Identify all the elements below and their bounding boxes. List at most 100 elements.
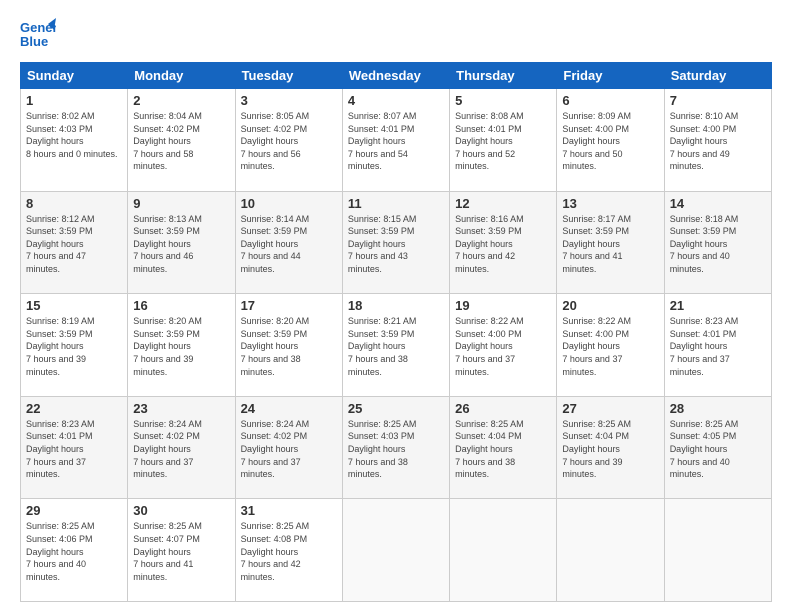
calendar-cell: 4 Sunrise: 8:07 AM Sunset: 4:01 PM Dayli… (342, 89, 449, 192)
calendar-cell: 31 Sunrise: 8:25 AM Sunset: 4:08 PM Dayl… (235, 499, 342, 602)
calendar-cell: 1 Sunrise: 8:02 AM Sunset: 4:03 PM Dayli… (21, 89, 128, 192)
day-info: Sunrise: 8:02 AM Sunset: 4:03 PM Dayligh… (26, 110, 122, 160)
day-info: Sunrise: 8:17 AM Sunset: 3:59 PM Dayligh… (562, 213, 658, 276)
calendar-cell: 29 Sunrise: 8:25 AM Sunset: 4:06 PM Dayl… (21, 499, 128, 602)
day-info: Sunrise: 8:12 AM Sunset: 3:59 PM Dayligh… (26, 213, 122, 276)
day-info: Sunrise: 8:25 AM Sunset: 4:06 PM Dayligh… (26, 520, 122, 583)
calendar-cell: 3 Sunrise: 8:05 AM Sunset: 4:02 PM Dayli… (235, 89, 342, 192)
day-number: 26 (455, 401, 551, 416)
day-info: Sunrise: 8:07 AM Sunset: 4:01 PM Dayligh… (348, 110, 444, 173)
calendar-cell (557, 499, 664, 602)
calendar-cell: 7 Sunrise: 8:10 AM Sunset: 4:00 PM Dayli… (664, 89, 771, 192)
day-number: 12 (455, 196, 551, 211)
day-number: 8 (26, 196, 122, 211)
day-info: Sunrise: 8:14 AM Sunset: 3:59 PM Dayligh… (241, 213, 337, 276)
calendar-cell: 28 Sunrise: 8:25 AM Sunset: 4:05 PM Dayl… (664, 396, 771, 499)
day-number: 5 (455, 93, 551, 108)
weekday-header-saturday: Saturday (664, 63, 771, 89)
calendar-cell: 22 Sunrise: 8:23 AM Sunset: 4:01 PM Dayl… (21, 396, 128, 499)
day-info: Sunrise: 8:22 AM Sunset: 4:00 PM Dayligh… (562, 315, 658, 378)
calendar-cell (450, 499, 557, 602)
calendar-cell: 18 Sunrise: 8:21 AM Sunset: 3:59 PM Dayl… (342, 294, 449, 397)
day-info: Sunrise: 8:19 AM Sunset: 3:59 PM Dayligh… (26, 315, 122, 378)
weekday-header-thursday: Thursday (450, 63, 557, 89)
logo-icon: General Blue (20, 16, 56, 52)
day-info: Sunrise: 8:23 AM Sunset: 4:01 PM Dayligh… (26, 418, 122, 481)
day-number: 27 (562, 401, 658, 416)
calendar-cell: 17 Sunrise: 8:20 AM Sunset: 3:59 PM Dayl… (235, 294, 342, 397)
day-info: Sunrise: 8:08 AM Sunset: 4:01 PM Dayligh… (455, 110, 551, 173)
calendar-cell (664, 499, 771, 602)
calendar-cell: 24 Sunrise: 8:24 AM Sunset: 4:02 PM Dayl… (235, 396, 342, 499)
day-info: Sunrise: 8:25 AM Sunset: 4:05 PM Dayligh… (670, 418, 766, 481)
day-info: Sunrise: 8:25 AM Sunset: 4:04 PM Dayligh… (562, 418, 658, 481)
day-number: 6 (562, 93, 658, 108)
calendar-cell: 5 Sunrise: 8:08 AM Sunset: 4:01 PM Dayli… (450, 89, 557, 192)
calendar-cell: 15 Sunrise: 8:19 AM Sunset: 3:59 PM Dayl… (21, 294, 128, 397)
day-info: Sunrise: 8:25 AM Sunset: 4:03 PM Dayligh… (348, 418, 444, 481)
day-number: 9 (133, 196, 229, 211)
day-number: 29 (26, 503, 122, 518)
day-info: Sunrise: 8:21 AM Sunset: 3:59 PM Dayligh… (348, 315, 444, 378)
day-number: 1 (26, 93, 122, 108)
day-number: 28 (670, 401, 766, 416)
weekday-header-tuesday: Tuesday (235, 63, 342, 89)
day-number: 24 (241, 401, 337, 416)
day-number: 15 (26, 298, 122, 313)
svg-text:Blue: Blue (20, 34, 48, 49)
calendar-cell: 23 Sunrise: 8:24 AM Sunset: 4:02 PM Dayl… (128, 396, 235, 499)
calendar-cell: 6 Sunrise: 8:09 AM Sunset: 4:00 PM Dayli… (557, 89, 664, 192)
day-number: 21 (670, 298, 766, 313)
day-number: 23 (133, 401, 229, 416)
day-number: 19 (455, 298, 551, 313)
day-info: Sunrise: 8:13 AM Sunset: 3:59 PM Dayligh… (133, 213, 229, 276)
day-number: 14 (670, 196, 766, 211)
calendar-cell: 13 Sunrise: 8:17 AM Sunset: 3:59 PM Dayl… (557, 191, 664, 294)
day-number: 11 (348, 196, 444, 211)
calendar-cell: 19 Sunrise: 8:22 AM Sunset: 4:00 PM Dayl… (450, 294, 557, 397)
day-info: Sunrise: 8:25 AM Sunset: 4:07 PM Dayligh… (133, 520, 229, 583)
day-number: 30 (133, 503, 229, 518)
logo: General Blue (20, 16, 60, 52)
day-number: 2 (133, 93, 229, 108)
calendar-cell: 2 Sunrise: 8:04 AM Sunset: 4:02 PM Dayli… (128, 89, 235, 192)
calendar-cell: 26 Sunrise: 8:25 AM Sunset: 4:04 PM Dayl… (450, 396, 557, 499)
day-number: 4 (348, 93, 444, 108)
calendar-cell: 9 Sunrise: 8:13 AM Sunset: 3:59 PM Dayli… (128, 191, 235, 294)
day-info: Sunrise: 8:18 AM Sunset: 3:59 PM Dayligh… (670, 213, 766, 276)
day-number: 25 (348, 401, 444, 416)
day-info: Sunrise: 8:20 AM Sunset: 3:59 PM Dayligh… (133, 315, 229, 378)
day-info: Sunrise: 8:09 AM Sunset: 4:00 PM Dayligh… (562, 110, 658, 173)
day-info: Sunrise: 8:25 AM Sunset: 4:08 PM Dayligh… (241, 520, 337, 583)
calendar-cell: 20 Sunrise: 8:22 AM Sunset: 4:00 PM Dayl… (557, 294, 664, 397)
day-number: 17 (241, 298, 337, 313)
calendar-cell: 12 Sunrise: 8:16 AM Sunset: 3:59 PM Dayl… (450, 191, 557, 294)
day-number: 16 (133, 298, 229, 313)
day-info: Sunrise: 8:16 AM Sunset: 3:59 PM Dayligh… (455, 213, 551, 276)
day-info: Sunrise: 8:24 AM Sunset: 4:02 PM Dayligh… (133, 418, 229, 481)
calendar-cell: 8 Sunrise: 8:12 AM Sunset: 3:59 PM Dayli… (21, 191, 128, 294)
calendar-table: SundayMondayTuesdayWednesdayThursdayFrid… (20, 62, 772, 602)
day-info: Sunrise: 8:04 AM Sunset: 4:02 PM Dayligh… (133, 110, 229, 173)
day-number: 13 (562, 196, 658, 211)
day-info: Sunrise: 8:10 AM Sunset: 4:00 PM Dayligh… (670, 110, 766, 173)
day-info: Sunrise: 8:22 AM Sunset: 4:00 PM Dayligh… (455, 315, 551, 378)
day-number: 3 (241, 93, 337, 108)
day-number: 18 (348, 298, 444, 313)
calendar-cell: 21 Sunrise: 8:23 AM Sunset: 4:01 PM Dayl… (664, 294, 771, 397)
day-number: 10 (241, 196, 337, 211)
day-info: Sunrise: 8:24 AM Sunset: 4:02 PM Dayligh… (241, 418, 337, 481)
calendar-cell: 11 Sunrise: 8:15 AM Sunset: 3:59 PM Dayl… (342, 191, 449, 294)
day-info: Sunrise: 8:15 AM Sunset: 3:59 PM Dayligh… (348, 213, 444, 276)
day-info: Sunrise: 8:23 AM Sunset: 4:01 PM Dayligh… (670, 315, 766, 378)
calendar-cell: 14 Sunrise: 8:18 AM Sunset: 3:59 PM Dayl… (664, 191, 771, 294)
calendar-cell: 10 Sunrise: 8:14 AM Sunset: 3:59 PM Dayl… (235, 191, 342, 294)
day-number: 20 (562, 298, 658, 313)
day-number: 31 (241, 503, 337, 518)
header: General Blue (20, 16, 772, 52)
day-info: Sunrise: 8:05 AM Sunset: 4:02 PM Dayligh… (241, 110, 337, 173)
day-number: 22 (26, 401, 122, 416)
day-info: Sunrise: 8:20 AM Sunset: 3:59 PM Dayligh… (241, 315, 337, 378)
calendar-cell: 30 Sunrise: 8:25 AM Sunset: 4:07 PM Dayl… (128, 499, 235, 602)
calendar-cell: 27 Sunrise: 8:25 AM Sunset: 4:04 PM Dayl… (557, 396, 664, 499)
